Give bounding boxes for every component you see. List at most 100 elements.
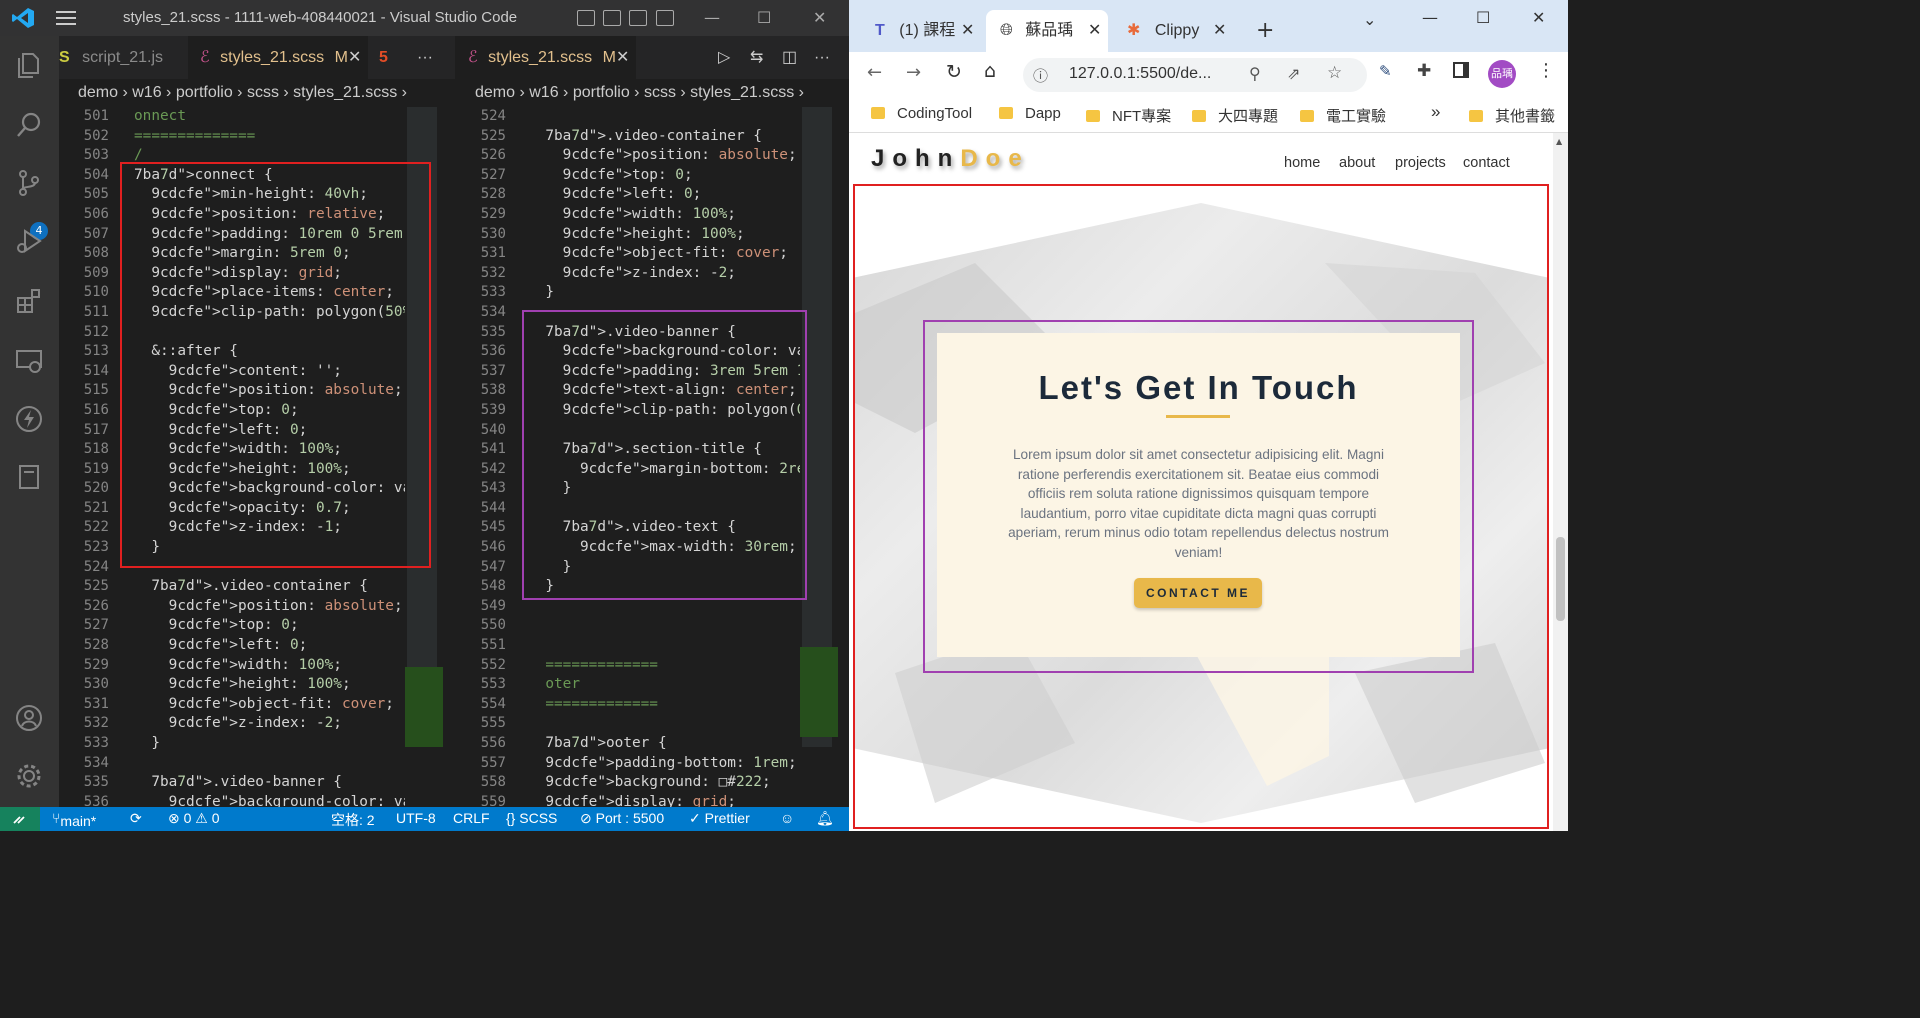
problems-indicator[interactable]: ⊗ 0 ⚠ 0	[168, 810, 220, 827]
other-bookmarks-folder[interactable]: 其他書籤	[1469, 105, 1555, 126]
split-editor-icon[interactable]: ◫	[782, 36, 797, 79]
chrome-menu-icon[interactable]: ⋮	[1537, 60, 1555, 81]
sync-icon[interactable]: ⟳	[130, 810, 142, 827]
menu-icon[interactable]	[56, 11, 76, 25]
code-line[interactable]: 9cdcfe">height: 100%;	[528, 225, 800, 245]
explorer-icon[interactable]	[14, 50, 44, 80]
scroll-up-icon[interactable]: ▲	[1556, 137, 1562, 146]
bookmark-folder[interactable]: 電工實驗	[1300, 105, 1386, 126]
language-indicator[interactable]: {} SCSS	[506, 810, 557, 826]
code-line[interactable]: ==============	[134, 127, 405, 147]
zoom-icon[interactable]: ⚲	[1249, 64, 1261, 83]
reload-icon[interactable]: ↻	[946, 61, 962, 83]
bookmark-folder[interactable]: 大四專題	[1192, 105, 1278, 126]
remote-explorer-icon[interactable]	[14, 346, 44, 376]
tab-close-icon[interactable]: ✕	[1213, 10, 1226, 52]
branch-indicator[interactable]: ⑂ main*	[52, 810, 96, 829]
code-line[interactable]: }	[528, 283, 800, 303]
scrollbar-thumb[interactable]	[1556, 537, 1565, 621]
code-line[interactable]: 9cdcfe">z-index: -2;	[134, 714, 405, 734]
code-line[interactable]: 9cdcfe">z-index: -2;	[528, 264, 800, 284]
share-icon[interactable]: ⇗	[1287, 64, 1300, 83]
code-line[interactable]: 9cdcfe">top: 0;	[528, 166, 800, 186]
js-extension-icon[interactable]: ✎	[1379, 62, 1392, 80]
code-line[interactable]: 9cdcfe">background: □#222;	[528, 773, 800, 793]
address-bar[interactable]: ⓘ 127.0.0.1:5500/de... ⚲ ⇗ ☆	[1023, 58, 1367, 92]
run-icon[interactable]: ▷	[718, 36, 730, 79]
live-server-port[interactable]: ⊘ Port : 5500	[580, 810, 664, 827]
code-line[interactable]: 7ba7d">.video-container {	[528, 127, 800, 147]
code-line[interactable]: 9cdcfe">height: 100%;	[134, 675, 405, 695]
code-line[interactable]: 9cdcfe">width: 100%;	[528, 205, 800, 225]
home-icon[interactable]: ⌂	[984, 60, 996, 82]
side-panel-icon[interactable]	[1453, 62, 1469, 78]
code-line[interactable]	[528, 107, 800, 127]
chrome-tab-active[interactable]: 🌐︎ 蘇品瑀 ✕	[986, 10, 1108, 52]
tab-styles-right[interactable]: ℰ styles_21.scss M ✕	[456, 36, 636, 79]
code-line[interactable]: oter	[528, 675, 800, 695]
tab-script[interactable]: S script_21.js	[59, 36, 187, 79]
code-line[interactable]: 9cdcfe">position: absolute;	[134, 597, 405, 617]
nav-home[interactable]: home	[1284, 155, 1320, 171]
notifications-bell-icon[interactable]: 🔔︎	[816, 810, 834, 827]
code-line[interactable]: =============	[528, 695, 800, 715]
thunder-client-icon[interactable]	[14, 404, 44, 434]
right-breadcrumb[interactable]: demo › w16 › portfolio › scss › styles_2…	[475, 79, 804, 107]
tab-close-icon[interactable]: ✕	[348, 36, 361, 79]
maximize-icon[interactable]: ☐	[757, 8, 771, 27]
nav-about[interactable]: about	[1339, 155, 1375, 171]
toggle-panel-icon[interactable]	[603, 10, 621, 26]
code-line[interactable]: 7ba7d">.video-banner {	[134, 773, 405, 793]
feedback-icon[interactable]: ☺	[780, 810, 794, 826]
toggle-secondary-sidebar-icon[interactable]	[629, 10, 647, 26]
left-breadcrumb[interactable]: demo › w16 › portfolio › scss › styles_2…	[78, 79, 407, 107]
tab-close-icon[interactable]: ✕	[1088, 10, 1101, 52]
toggle-primary-sidebar-icon[interactable]	[577, 10, 595, 26]
code-line[interactable]: 9cdcfe">object-fit: cover;	[528, 244, 800, 264]
customize-layout-icon[interactable]	[656, 10, 674, 26]
notebook-icon[interactable]	[14, 462, 44, 492]
minimize-icon[interactable]: —	[704, 8, 720, 27]
code-line[interactable]: }	[134, 734, 405, 754]
bookmark-folder[interactable]: Dapp	[999, 105, 1061, 122]
code-line[interactable]: =============	[528, 656, 800, 676]
profile-avatar[interactable]: 品瑀	[1488, 60, 1516, 88]
code-line[interactable]: 9cdcfe">top: 0;	[134, 616, 405, 636]
code-line[interactable]	[528, 714, 800, 734]
close-icon[interactable]: ✕	[813, 8, 826, 27]
code-line[interactable]: 7ba7d">ooter {	[528, 734, 800, 754]
extensions-icon[interactable]: ✚	[1417, 61, 1431, 81]
more-actions-icon[interactable]: ···	[814, 36, 830, 79]
code-line[interactable]: 9cdcfe">position: absolute;	[528, 146, 800, 166]
eol-indicator[interactable]: CRLF	[453, 810, 490, 826]
back-icon[interactable]: ←	[867, 62, 882, 83]
minimize-icon[interactable]: —	[1422, 8, 1438, 27]
compare-changes-icon[interactable]: ⇆	[750, 36, 763, 79]
encoding-indicator[interactable]: UTF-8	[396, 810, 436, 826]
search-icon[interactable]	[14, 110, 44, 140]
chrome-tab-teams[interactable]: T (1) 課程 ✕	[863, 10, 983, 52]
new-tab-icon[interactable]: +	[1256, 18, 1274, 43]
extensions-icon[interactable]	[14, 286, 44, 316]
site-info-icon[interactable]: ⓘ	[1033, 65, 1048, 86]
run-debug-icon[interactable]	[14, 226, 44, 256]
code-line[interactable]: onnect	[134, 107, 405, 127]
tab-search-chevron-icon[interactable]: ⌄	[1363, 10, 1376, 29]
tab-close-icon[interactable]: ✕	[961, 10, 974, 52]
source-control-icon[interactable]	[14, 168, 44, 198]
site-logo[interactable]: JohnDoe	[871, 145, 1030, 173]
settings-gear-icon[interactable]	[14, 761, 44, 791]
code-line[interactable]: 9cdcfe">width: 100%;	[134, 656, 405, 676]
remote-indicator[interactable]	[0, 807, 40, 831]
code-line[interactable]: 9cdcfe">left: 0;	[528, 185, 800, 205]
code-line[interactable]: 7ba7d">.video-container {	[134, 577, 405, 597]
code-line[interactable]: 9cdcfe">left: 0;	[134, 636, 405, 656]
indentation-indicator[interactable]: 空格: 2	[331, 810, 375, 830]
close-icon[interactable]: ✕	[1532, 8, 1545, 27]
chrome-tab-clippy[interactable]: ✱ Clippy ✕	[1115, 10, 1239, 52]
nav-contact[interactable]: contact	[1463, 155, 1510, 171]
tab-styles[interactable]: ℰ styles_21.scss M ✕	[188, 36, 368, 79]
bookmark-folder[interactable]: NFT專案	[1086, 105, 1171, 126]
maximize-icon[interactable]: ☐	[1476, 8, 1490, 27]
account-icon[interactable]	[14, 703, 44, 733]
